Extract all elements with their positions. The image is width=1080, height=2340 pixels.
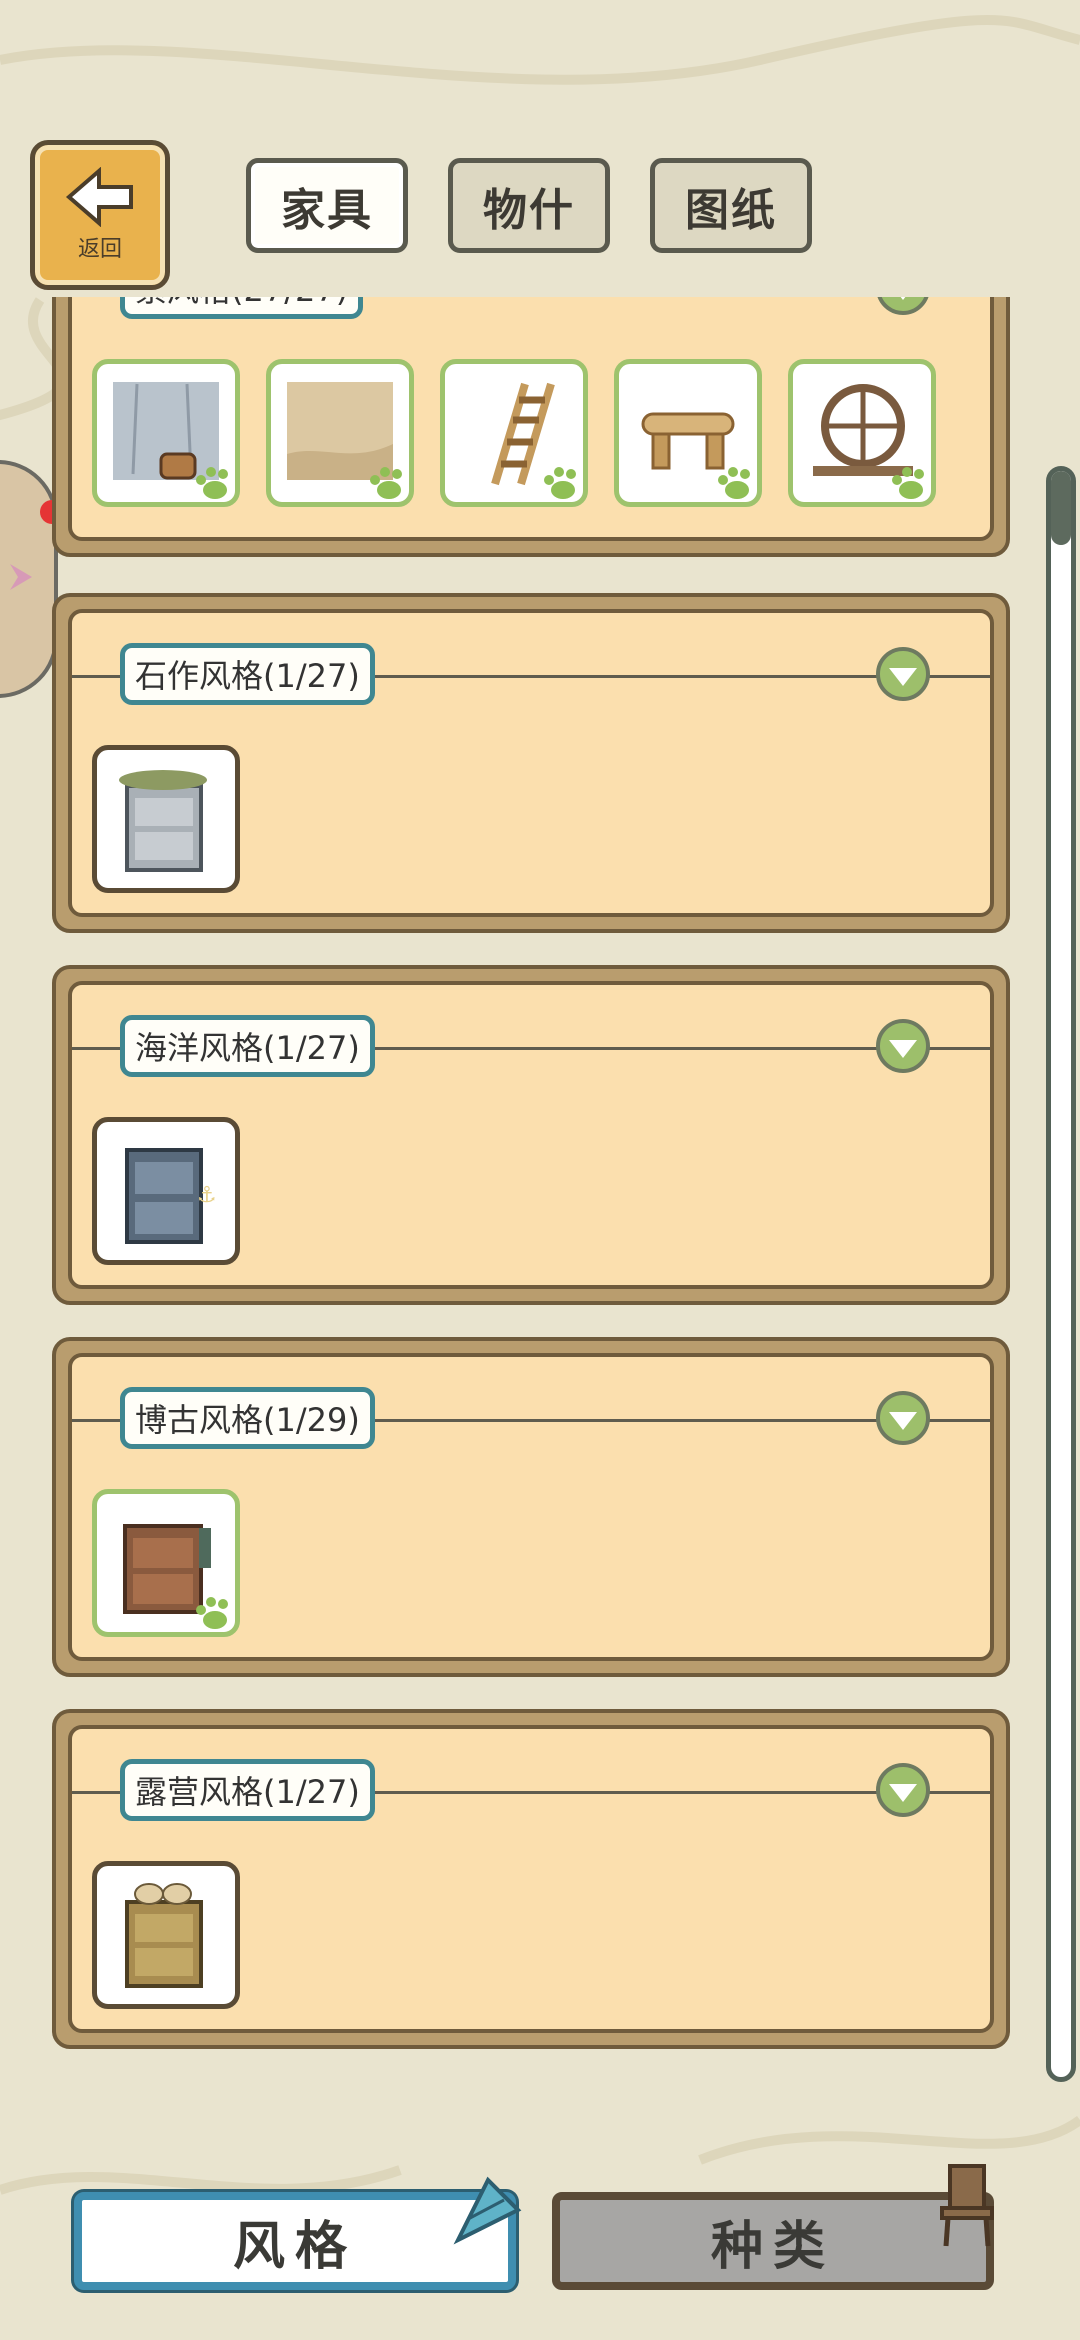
collapse-toggle[interactable] [876,647,930,701]
item-stone-shelf[interactable] [92,745,240,893]
section-panel: 素风格(27/27) [52,297,1010,557]
kind-button[interactable]: 种类 [552,2164,994,2290]
tab-blueprints[interactable]: 图纸 [650,158,812,253]
back-button-label: 返回 [77,237,122,262]
chevron-down-icon [889,297,917,300]
chair-icon [940,2164,994,2247]
section-title: 素风格(27/27) [120,297,364,319]
paw-icon [196,467,228,499]
stone-shelf-icon [119,770,207,872]
paw-icon [544,467,576,499]
section-title: 石作风格(1/27) [120,643,375,705]
tab-furniture[interactable]: 家具 [246,158,408,253]
item-round-window[interactable] [788,359,936,507]
section-panel: 博古风格(1/29) [52,1337,1010,1677]
item-ladder[interactable] [440,359,588,507]
back-button[interactable]: 返回 [30,140,170,290]
chevron-down-icon [889,668,917,686]
item-waterfall-bucket[interactable] [92,359,240,507]
chevron-down-icon [889,1784,917,1802]
paw-icon [196,1597,228,1629]
item-camping-shelf[interactable] [92,1861,240,2009]
scrollbar[interactable] [1046,466,1076,2082]
collapse-toggle[interactable] [876,1391,930,1445]
back-arrow-icon [65,167,133,227]
paw-icon [892,467,924,499]
tab-items[interactable]: 物什 [448,158,610,253]
item-ocean-shelf[interactable]: ⚓ [92,1117,240,1265]
section-panel: 海洋风格(1/27) ⚓ [52,965,1010,1305]
section-title: 博古风格(1/29) [120,1387,375,1449]
paw-icon [370,467,402,499]
collapse-toggle[interactable] [876,297,930,315]
style-button[interactable]: 风格 [74,2176,522,2290]
item-sandy-ground[interactable] [266,359,414,507]
style-button-label: 风格 [232,2216,357,2277]
section-panel: 石作风格(1/27) [52,593,1010,933]
svg-text:⚓: ⚓ [197,1183,217,1208]
section-title: 露营风格(1/27) [120,1759,375,1821]
scrollbar-thumb[interactable] [1051,471,1071,545]
item-log-bench[interactable] [614,359,762,507]
shell-icon [453,2176,522,2245]
chevron-down-icon [889,1040,917,1058]
section-title: 海洋风格(1/27) [120,1015,375,1077]
style-list[interactable]: 素风格(27/27) [0,297,1080,2087]
item-antique-shelf[interactable] [92,1489,240,1637]
camping-shelf-icon [125,1883,203,1988]
paw-icon [718,467,750,499]
chevron-down-icon [889,1412,917,1430]
ocean-shelf-icon: ⚓ [125,1148,217,1244]
section-panel: 露营风格(1/27) [52,1709,1010,2049]
kind-button-label: 种类 [710,2216,835,2277]
collapse-toggle[interactable] [876,1019,930,1073]
collapse-toggle[interactable] [876,1763,930,1817]
